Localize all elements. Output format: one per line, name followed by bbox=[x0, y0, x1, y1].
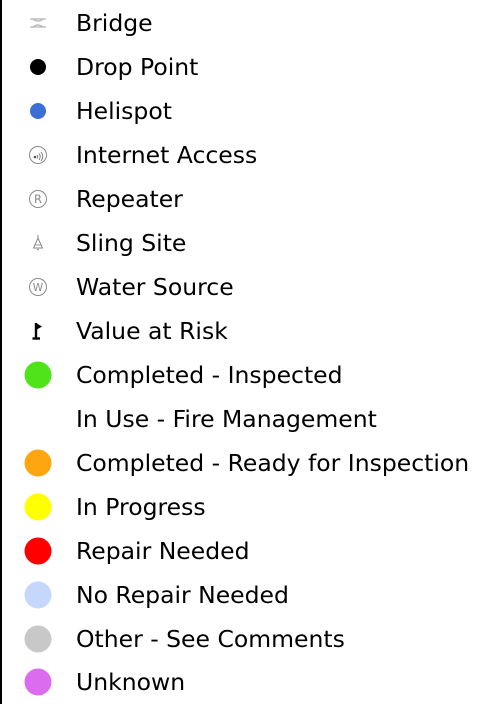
legend-label: Repair Needed bbox=[76, 537, 250, 565]
helispot-icon bbox=[30, 103, 46, 119]
legend-item-no-repair-needed: No Repair Needed bbox=[0, 573, 481, 617]
legend-item-sling-site: Sling Site bbox=[0, 221, 481, 265]
repeater-icon: R bbox=[29, 190, 47, 208]
legend-label: Drop Point bbox=[76, 53, 199, 81]
legend-label: Completed - Ready for Inspection bbox=[76, 449, 470, 477]
legend-item-drop-point: Drop Point bbox=[0, 45, 481, 89]
internet-access-icon bbox=[29, 146, 47, 164]
legend-item-in-progress: In Progress bbox=[0, 485, 481, 529]
legend-item-in-use-fire-management: In Use - Fire Management bbox=[0, 397, 481, 441]
legend-label: Repeater bbox=[76, 185, 183, 213]
legend-item-completed-ready: Completed - Ready for Inspection bbox=[0, 441, 481, 485]
legend-label: Sling Site bbox=[76, 229, 187, 257]
svg-text:W: W bbox=[33, 282, 44, 294]
drop-point-icon bbox=[30, 59, 46, 75]
legend-label: Value at Risk bbox=[76, 317, 228, 345]
legend-item-internet-access: Internet Access bbox=[0, 133, 481, 177]
legend-label: In Progress bbox=[76, 493, 206, 521]
legend-label: Bridge bbox=[76, 9, 153, 37]
status-dot-icon bbox=[24, 493, 52, 521]
status-dot-icon bbox=[24, 581, 52, 609]
legend-label: Unknown bbox=[76, 668, 186, 696]
svg-text:R: R bbox=[34, 192, 42, 206]
bridge-icon bbox=[30, 18, 46, 28]
legend-label: No Repair Needed bbox=[76, 581, 289, 609]
water-source-icon: W bbox=[29, 278, 47, 296]
legend-item-other: Other - See Comments bbox=[0, 617, 481, 661]
legend-label: Completed - Inspected bbox=[76, 361, 343, 389]
legend-label: In Use - Fire Management bbox=[76, 405, 377, 433]
sling-site-icon bbox=[32, 235, 44, 251]
legend-item-bridge: Bridge bbox=[0, 1, 481, 45]
legend-label: Helispot bbox=[76, 97, 172, 125]
legend-item-unknown: Unknown bbox=[0, 660, 481, 704]
legend-item-water-source: W Water Source bbox=[0, 265, 481, 309]
legend-item-value-at-risk: Value at Risk bbox=[0, 309, 481, 353]
status-dot-icon bbox=[24, 361, 52, 389]
legend-label: Water Source bbox=[76, 273, 234, 301]
status-dot-icon bbox=[24, 625, 52, 653]
legend-item-repair-needed: Repair Needed bbox=[0, 529, 481, 573]
legend-label: Other - See Comments bbox=[76, 625, 345, 653]
value-at-risk-icon bbox=[32, 323, 42, 340]
legend-item-repeater: R Repeater bbox=[0, 177, 481, 221]
legend-label: Internet Access bbox=[76, 141, 258, 169]
status-dot-icon bbox=[24, 449, 52, 477]
status-dot-icon bbox=[24, 668, 52, 696]
status-dot-icon bbox=[24, 537, 52, 565]
legend-item-helispot: Helispot bbox=[0, 89, 481, 133]
legend-item-completed-inspected: Completed - Inspected bbox=[0, 353, 481, 397]
